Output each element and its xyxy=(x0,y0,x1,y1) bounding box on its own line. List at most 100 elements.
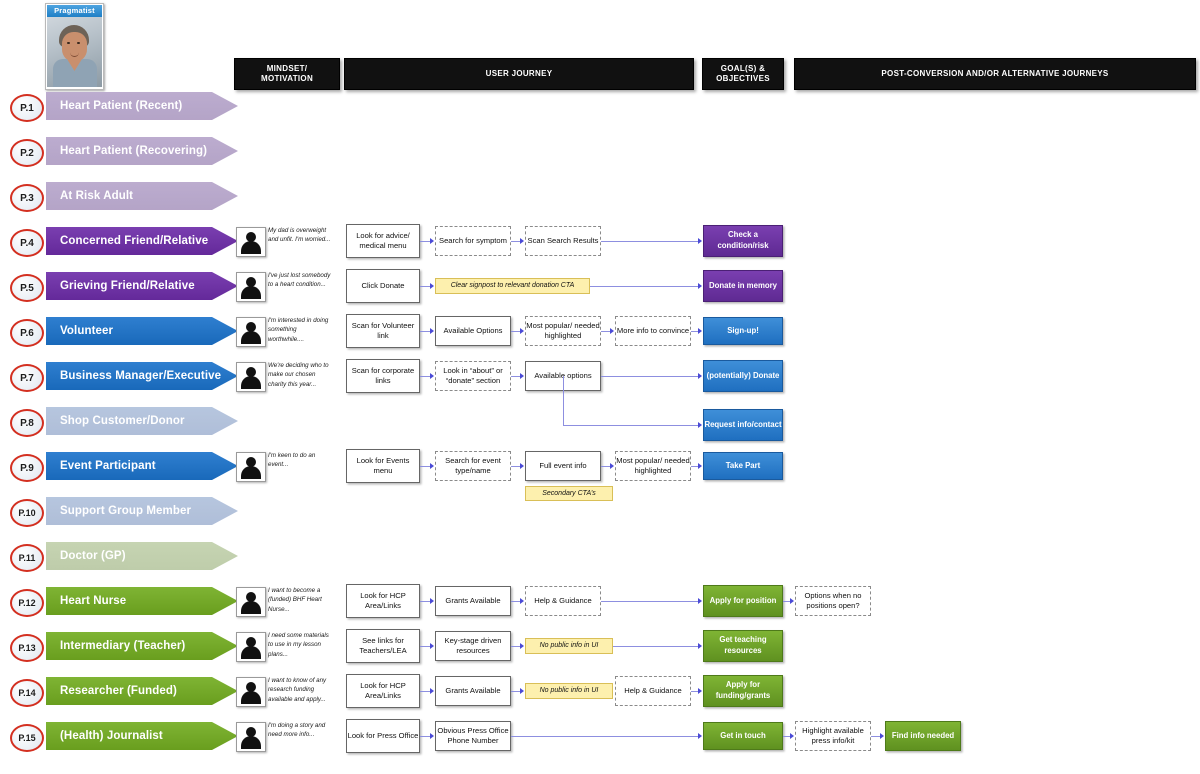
persona-badge-P-13[interactable]: P.13 xyxy=(10,634,44,662)
branch-connector-P-7-head xyxy=(698,422,702,428)
goal-box-P-12[interactable]: Apply for position xyxy=(703,585,783,617)
connector-goal-P-5 xyxy=(590,286,698,287)
journey-step-P-12-3[interactable]: Help & Guidance xyxy=(525,586,601,616)
journey-step-P-6-2[interactable]: Available Options xyxy=(435,316,511,346)
goal-box-P-4[interactable]: Check a condition/risk xyxy=(703,225,783,257)
journey-step-P-6-3[interactable]: Most popular/ needed highlighted xyxy=(525,316,601,346)
journey-step-P-4-3[interactable]: Scan Search Results xyxy=(525,226,601,256)
mindset-quote-P-7: We're deciding who to make our chosen ch… xyxy=(268,362,329,388)
persona-arrow-P-9[interactable]: Event Participant xyxy=(46,452,238,480)
persona-badge-P-11[interactable]: P.11 xyxy=(10,544,44,572)
persona-thumbnail-P-4 xyxy=(236,227,266,257)
journey-step-P-9-1[interactable]: Look for Events menu xyxy=(346,449,420,483)
journey-step-P-13-1[interactable]: See links for Teachers/LEA xyxy=(346,629,420,663)
connector-P-13-1 xyxy=(511,646,520,647)
journey-step-P-14-4[interactable]: Help & Guidance xyxy=(615,676,691,706)
persona-badge-P-2[interactable]: P.2 xyxy=(10,139,44,167)
connector-P-6-2-head xyxy=(610,328,614,334)
connector-P-4-1 xyxy=(511,241,520,242)
journey-step-P-5-2[interactable]: Clear signpost to relevant donation CTA xyxy=(435,278,590,294)
persona-arrow-P-5[interactable]: Grieving Friend/Relative xyxy=(46,272,238,300)
mindset-quote-P-5: I've just lost somebody to a heart condi… xyxy=(268,272,331,289)
goal-box-P-5[interactable]: Donate in memory xyxy=(703,270,783,302)
goal-box-P-7[interactable]: (potentially) Donate xyxy=(703,360,783,392)
journey-step-P-9-3[interactable]: Full event info xyxy=(525,451,601,481)
journey-step-P-12-2[interactable]: Grants Available xyxy=(435,586,511,616)
persona-arrow-P-6[interactable]: Volunteer xyxy=(46,317,238,345)
journey-step-P-14-3[interactable]: No public info in UI xyxy=(525,683,613,699)
persona-arrow-P-7[interactable]: Business Manager/Executive xyxy=(46,362,238,390)
connector-P-12-1 xyxy=(511,601,520,602)
persona-badge-P-5[interactable]: P.5 xyxy=(10,274,44,302)
persona-badge-P-15[interactable]: P.15 xyxy=(10,724,44,752)
persona-badge-P-6[interactable]: P.6 xyxy=(10,319,44,347)
journey-step-P-15-2[interactable]: Obvious Press Office Phone Number xyxy=(435,721,511,751)
journey-step-P-6-4[interactable]: More info to convince xyxy=(615,316,691,346)
post-step-P-15-1[interactable]: Highlight available press info/kit xyxy=(795,721,871,751)
connector-goal-P-4-head xyxy=(698,238,702,244)
post-step-P-12-1[interactable]: Options when no positions open? xyxy=(795,586,871,616)
persona-badge-P-9[interactable]: P.9 xyxy=(10,454,44,482)
persona-badge-P-14[interactable]: P.14 xyxy=(10,679,44,707)
persona-badge-P-12[interactable]: P.12 xyxy=(10,589,44,617)
connector-goal-P-9-head xyxy=(698,463,702,469)
persona-arrow-P-14[interactable]: Researcher (Funded) xyxy=(46,677,238,705)
persona-arrow-P-15[interactable]: (Health) Journalist xyxy=(46,722,238,750)
journey-step-P-9-4[interactable]: Secondary CTA’s xyxy=(525,486,613,501)
persona-arrow-P-2[interactable]: Heart Patient (Recovering) xyxy=(46,137,238,165)
journey-step-P-13-2[interactable]: Key-stage driven resources xyxy=(435,631,511,661)
connector-P-14-0 xyxy=(420,691,430,692)
goal-box-P-6[interactable]: Sign-up! xyxy=(703,317,783,345)
journey-step-P-7-2[interactable]: Look in “about” or “donate” section xyxy=(435,361,511,391)
connector-P-4-0 xyxy=(420,241,430,242)
persona-arrow-P-12[interactable]: Heart Nurse xyxy=(46,587,238,615)
connector-P-5-0-head xyxy=(430,283,434,289)
persona-arrow-P-4[interactable]: Concerned Friend/Relative xyxy=(46,227,238,255)
persona-badge-P-8[interactable]: P.8 xyxy=(10,409,44,437)
goal-box-P-14[interactable]: Apply for funding/grants xyxy=(703,675,783,707)
persona-arrow-P-10[interactable]: Support Group Member xyxy=(46,497,238,525)
silhouette-body-icon xyxy=(241,736,261,749)
persona-arrow-P-8[interactable]: Shop Customer/Donor xyxy=(46,407,238,435)
connector-P-12-0 xyxy=(420,601,430,602)
goal-box-P-9[interactable]: Take Part xyxy=(703,452,783,480)
persona-photo-label: Pragmatist xyxy=(47,5,102,17)
journey-map-canvas: Pragmatist MINDSET/MOTIVATION USER JOURNE… xyxy=(0,0,1200,774)
connector-P-6-2 xyxy=(601,331,610,332)
goal-box-P-15[interactable]: Get in touch xyxy=(703,722,783,750)
journey-step-P-4-1[interactable]: Look for advice/ medical menu xyxy=(346,224,420,258)
persona-badge-P-10[interactable]: P.10 xyxy=(10,499,44,527)
connector-goal-P-4 xyxy=(601,241,698,242)
journey-step-P-9-2[interactable]: Search for event type/name xyxy=(435,451,511,481)
persona-badge-P-1[interactable]: P.1 xyxy=(10,94,44,122)
connector-goal-P-15-head xyxy=(698,733,702,739)
journey-step-P-9-5[interactable]: Most popular/ needed highlighted xyxy=(615,451,691,481)
persona-badge-P-7[interactable]: P.7 xyxy=(10,364,44,392)
goal-box-secondary-P-7[interactable]: Request info/contact xyxy=(703,409,783,441)
persona-arrow-P-13[interactable]: Intermediary (Teacher) xyxy=(46,632,238,660)
goal-box-P-13[interactable]: Get teaching resources xyxy=(703,630,783,662)
journey-step-P-12-1[interactable]: Look for HCP Area/Links xyxy=(346,584,420,618)
mindset-quote-P-12: I want to become a (funded) BHF Heart Nu… xyxy=(268,587,322,613)
connector-P-9-2-head xyxy=(610,463,614,469)
journey-step-P-14-1[interactable]: Look for HCP Area/Links xyxy=(346,674,420,708)
journey-step-P-5-1[interactable]: Click Donate xyxy=(346,269,420,303)
journey-step-P-7-1[interactable]: Scan for corporate links xyxy=(346,359,420,393)
persona-thumbnail-P-15 xyxy=(236,722,266,752)
journey-step-P-4-2[interactable]: Search for symptom xyxy=(435,226,511,256)
persona-badge-P-4[interactable]: P.4 xyxy=(10,229,44,257)
journey-step-P-15-1[interactable]: Look for Press Office xyxy=(346,719,420,753)
persona-badge-P-3[interactable]: P.3 xyxy=(10,184,44,212)
journey-step-P-13-3[interactable]: No public info in UI xyxy=(525,638,613,654)
persona-arrow-P-11[interactable]: Doctor (GP) xyxy=(46,542,238,570)
persona-arrow-P-1[interactable]: Heart Patient (Recent) xyxy=(46,92,238,120)
persona-arrow-P-3[interactable]: At Risk Adult xyxy=(46,182,238,210)
journey-step-P-6-1[interactable]: Scan for Volunteer link xyxy=(346,314,420,348)
silhouette-body-icon xyxy=(241,241,261,254)
post-step-P-15-2[interactable]: Find info needed xyxy=(885,721,961,751)
connector-goal-P-13-head xyxy=(698,643,702,649)
connector-P-9-1-head xyxy=(520,463,524,469)
connector-goal-P-7 xyxy=(601,376,698,377)
journey-step-P-14-2[interactable]: Grants Available xyxy=(435,676,511,706)
connector-goal-P-12 xyxy=(601,601,698,602)
